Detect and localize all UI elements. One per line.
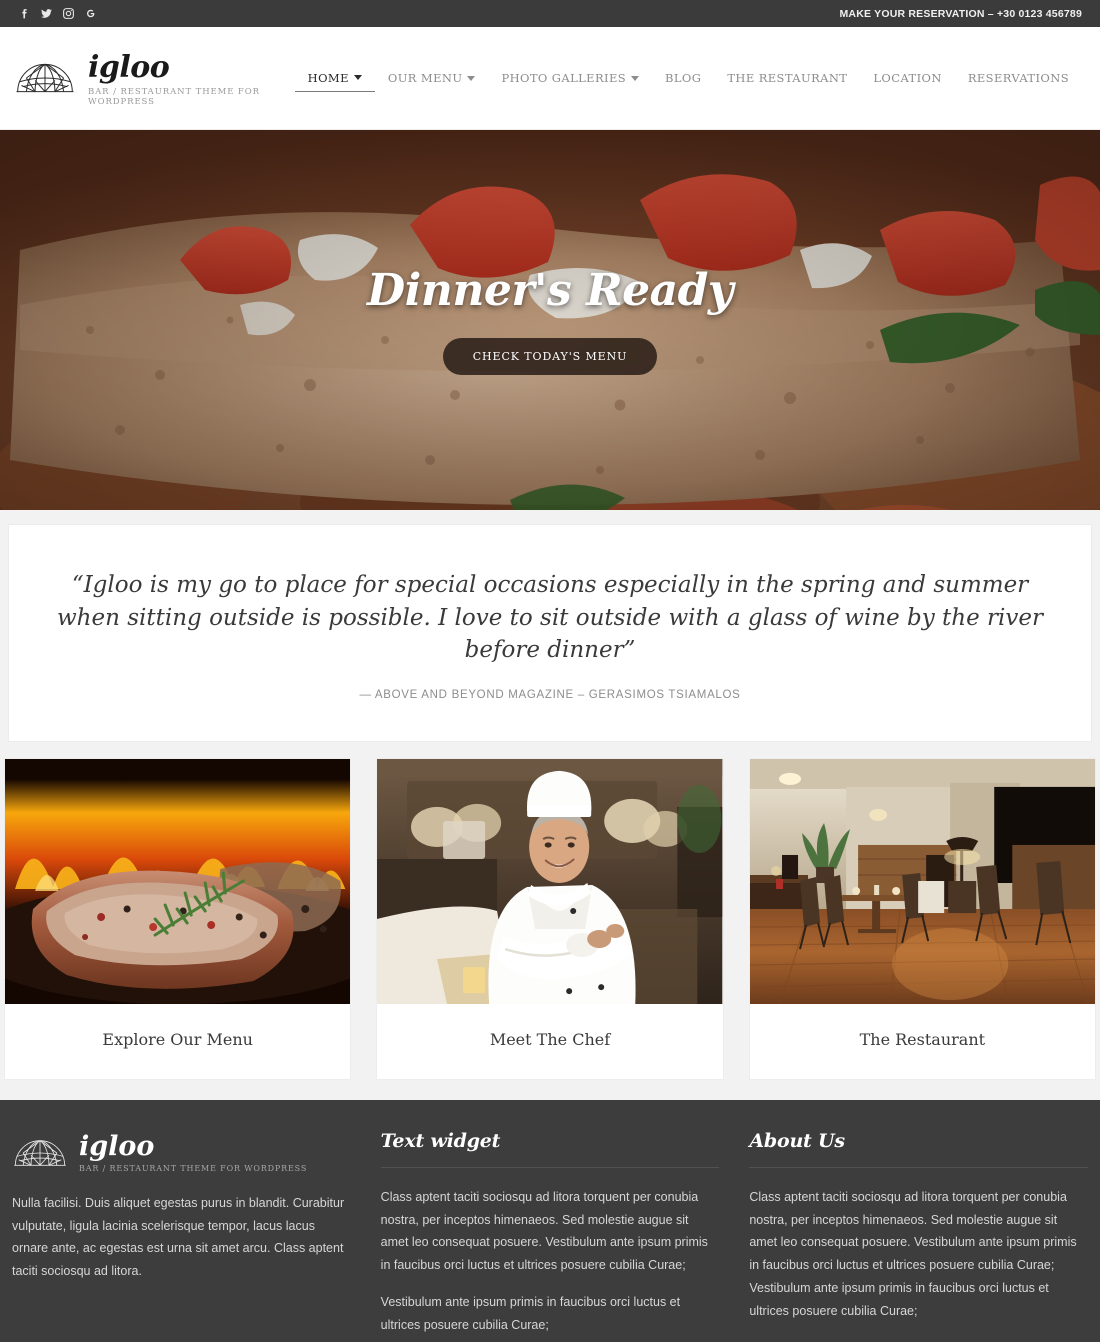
social-links — [18, 7, 97, 20]
testimonial-text: “Igloo is my go to place for special occ… — [57, 572, 1043, 664]
widget-paragraph: Class aptent taciti sociosqu ad litora t… — [380, 1189, 708, 1273]
top-bar: MAKE YOUR RESERVATION – +30 0123 456789 — [0, 0, 1100, 27]
card-image-chef — [377, 758, 723, 1004]
nav-item-reservations[interactable]: RESERVATIONS — [955, 65, 1082, 91]
footer-column-text-widget: Text widget Class aptent taciti sociosqu… — [380, 1129, 720, 1342]
testimonial-section: “Igloo is my go to place for special occ… — [0, 510, 1100, 742]
hero-banner: Dinner's Ready CHECK TODAY'S MENU — [0, 130, 1100, 510]
twitter-icon[interactable] — [40, 7, 53, 20]
nav-label: HOME — [307, 70, 349, 85]
nav-label: RESERVATIONS — [967, 71, 1069, 85]
card-caption[interactable]: The Restaurant — [750, 1004, 1095, 1079]
widget-paragraph: Vestibulum ante ipsum primis in faucibus… — [380, 1294, 681, 1332]
nav-item-blog[interactable]: BLOG — [652, 65, 714, 91]
nav-label: BLOG — [665, 71, 702, 85]
geodesic-dome-icon — [16, 63, 74, 93]
footer-logo[interactable]: igloo BAR / RESTAURANT THEME FOR WORDPRE… — [12, 1130, 351, 1176]
site-header: igloo BAR / RESTAURANT THEME FOR WORDPRE… — [0, 27, 1100, 130]
testimonial-author: — ABOVE AND BEYOND MAGAZINE – GERASIMOS … — [359, 688, 741, 701]
widget-paragraph: Class aptent taciti sociosqu ad litora t… — [749, 1189, 1077, 1318]
google-plus-icon[interactable] — [84, 7, 97, 20]
hero-content: Dinner's Ready CHECK TODAY'S MENU — [0, 130, 1100, 510]
footer-about-text: Nulla facilisi. Duis aliquet egestas pur… — [12, 1195, 345, 1279]
footer-brand-tagline: BAR / RESTAURANT THEME FOR WORDPRESS — [79, 1163, 308, 1173]
card-image-steak — [5, 758, 351, 1004]
testimonial-panel: “Igloo is my go to place for special occ… — [8, 524, 1092, 742]
site-logo[interactable]: igloo BAR / RESTAURANT THEME FOR WORDPRE… — [14, 49, 295, 107]
reservation-phone[interactable]: MAKE YOUR RESERVATION – +30 0123 456789 — [839, 8, 1082, 20]
nav-item-location[interactable]: LOCATION — [860, 65, 954, 91]
nav-item-home[interactable]: HOME — [294, 65, 375, 92]
widget-title-about-us: About Us — [749, 1129, 845, 1152]
widget-divider — [380, 1166, 720, 1168]
card-caption[interactable]: Meet The Chef — [377, 1004, 722, 1079]
widget-title-text-widget: Text widget — [380, 1129, 501, 1152]
nav-item-photo-galleries[interactable]: PHOTO GALLERIES — [488, 65, 652, 91]
site-footer: igloo BAR / RESTAURANT THEME FOR WORDPRE… — [0, 1099, 1100, 1342]
footer-column-about-us: About Us Class aptent taciti sociosqu ad… — [749, 1129, 1089, 1342]
footer-column-brand: igloo BAR / RESTAURANT THEME FOR WORDPRE… — [12, 1130, 351, 1342]
brand-name: igloo — [88, 50, 170, 85]
brand-tagline: BAR / RESTAURANT THEME FOR WORDPRESS — [88, 87, 260, 107]
instagram-icon[interactable] — [62, 7, 75, 20]
chevron-down-icon — [631, 75, 640, 81]
main-navigation: HOME OUR MENU PHOTO GALLERIES BLOG THE R… — [294, 65, 1082, 92]
hero-title: Dinner's Ready — [367, 265, 734, 316]
card-caption[interactable]: Explore Our Menu — [5, 1004, 350, 1079]
card-the-restaurant[interactable]: The Restaurant — [748, 757, 1096, 1080]
feature-cards: Explore Our Menu Meet The Chef The Resta… — [0, 742, 1100, 1100]
facebook-icon[interactable] — [18, 7, 31, 20]
card-explore-our-menu[interactable]: Explore Our Menu — [4, 757, 352, 1080]
nav-item-the-restaurant[interactable]: THE RESTAURANT — [714, 65, 860, 91]
nav-label: OUR MENU — [387, 71, 463, 85]
card-image-restaurant-interior — [749, 758, 1095, 1004]
nav-label: THE RESTAURANT — [727, 71, 848, 85]
footer-brand-name: igloo — [79, 1130, 155, 1162]
check-todays-menu-button[interactable]: CHECK TODAY'S MENU — [442, 338, 658, 375]
chevron-down-icon — [353, 75, 362, 80]
geodesic-dome-icon — [14, 1140, 66, 1166]
nav-item-our-menu[interactable]: OUR MENU — [375, 65, 489, 91]
nav-label: PHOTO GALLERIES — [501, 71, 627, 85]
chevron-down-icon — [467, 75, 476, 81]
nav-label: LOCATION — [873, 71, 942, 85]
card-meet-the-chef[interactable]: Meet The Chef — [376, 757, 724, 1080]
widget-divider — [749, 1166, 1089, 1168]
